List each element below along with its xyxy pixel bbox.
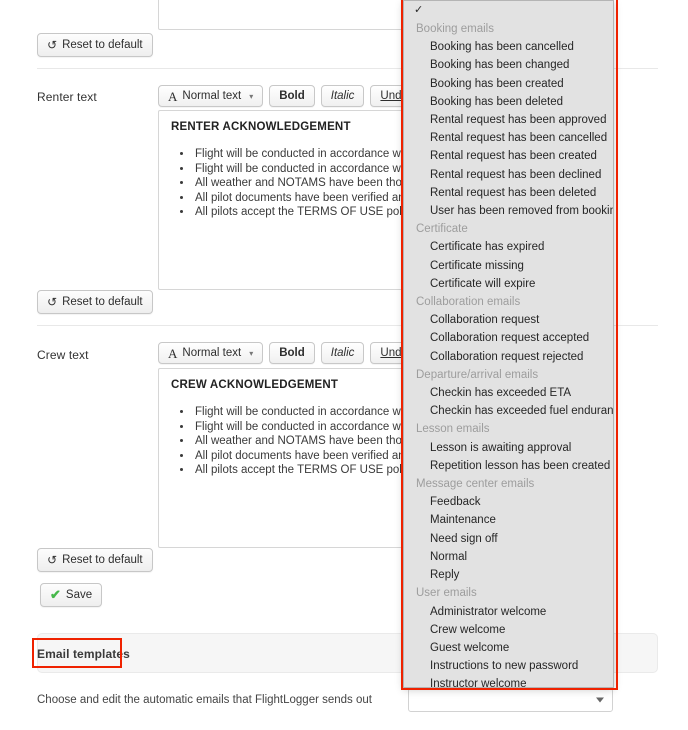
row-label-crew-text: Crew text <box>37 348 89 362</box>
bold-button-renter[interactable]: Bold <box>269 85 315 107</box>
dropdown-group-label: Message center emails <box>416 478 535 491</box>
dropdown-option[interactable]: Collaboration request <box>404 311 613 329</box>
reset-to-default-button-2[interactable]: ↻ Reset to default <box>37 290 153 314</box>
dropdown-option[interactable]: Booking has been created <box>404 75 613 93</box>
undo-arrow-icon: ↻ <box>47 38 58 52</box>
save-button[interactable]: ✔ Save <box>40 583 103 607</box>
dropdown-option[interactable]: Rental request has been declined <box>404 166 613 184</box>
dropdown-option[interactable]: Normal <box>404 548 613 566</box>
dropdown-group-label: Booking emails <box>416 23 494 35</box>
dropdown-option[interactable]: Booking has been deleted <box>404 93 613 111</box>
email-template-select[interactable] <box>408 688 613 712</box>
reset-to-default-button-3[interactable]: ↻ Reset to default <box>37 548 153 572</box>
row-label-renter-text: Renter text <box>37 90 97 104</box>
dropdown-option[interactable]: Instructor welcome <box>404 675 613 687</box>
text-style-dropdown-renter[interactable]: A Normal text ▾ <box>158 85 264 107</box>
dropdown-option[interactable]: Collaboration request rejected <box>404 348 613 366</box>
text-style-label: Normal text <box>182 90 242 102</box>
text-style-icon: A <box>168 345 178 361</box>
undo-arrow-icon: ↻ <box>47 553 58 567</box>
text-style-dropdown-crew[interactable]: A Normal text ▾ <box>158 342 264 364</box>
dropdown-group-label: Certificate <box>416 223 468 236</box>
email-templates-description: Choose and edit the automatic emails tha… <box>37 694 372 706</box>
reset-button-label: Reset to default <box>62 39 143 51</box>
text-style-label: Normal text <box>182 347 242 359</box>
dropdown-option[interactable]: Lesson is awaiting approval <box>404 439 613 457</box>
dropdown-group-label: Departure/arrival emails <box>416 368 539 381</box>
caret-down-icon: ▾ <box>249 348 254 358</box>
dropdown-option[interactable]: Certificate will expire <box>404 275 613 293</box>
save-button-label: Save <box>65 589 93 601</box>
dropdown-option[interactable]: User has been removed from booking <box>404 202 613 220</box>
dropdown-option[interactable]: Crew welcome <box>404 621 613 639</box>
dropdown-option[interactable]: Need sign off <box>404 530 613 548</box>
green-check-icon: ✔ <box>50 587 61 602</box>
rich-text-toolbar-renter: A Normal text ▾ Bold Italic Underline <box>158 85 440 107</box>
text-style-icon: A <box>168 88 178 104</box>
checkmark-icon: ✓ <box>414 4 424 16</box>
dropdown-option[interactable]: Rental request has been deleted <box>404 184 613 202</box>
chevron-down-icon <box>596 697 604 703</box>
dropdown-option[interactable]: Rental request has been approved <box>404 111 613 129</box>
dropdown-option[interactable]: Repetition lesson has been created <box>404 457 613 475</box>
dropdown-option[interactable]: Rental request has been created <box>404 147 613 165</box>
dropdown-option[interactable]: Booking has been cancelled <box>404 38 613 56</box>
dropdown-option[interactable]: Collaboration request accepted <box>404 329 613 347</box>
italic-button-crew[interactable]: Italic <box>320 342 365 364</box>
email-template-dropdown-list[interactable]: ✓ Booking emails Booking has been cancel… <box>403 0 614 688</box>
italic-button-renter[interactable]: Italic <box>320 85 365 107</box>
dropdown-option[interactable]: Checkin has exceeded fuel endurance <box>404 402 613 420</box>
dropdown-option[interactable]: Guest welcome <box>404 639 613 657</box>
dropdown-option[interactable]: Reply <box>404 566 613 584</box>
bold-button-crew[interactable]: Bold <box>269 342 315 364</box>
dropdown-option[interactable]: Administrator welcome <box>404 603 613 621</box>
reset-button-label: Reset to default <box>62 296 143 308</box>
dropdown-group-label: Collaboration emails <box>416 296 521 309</box>
dropdown-option[interactable]: Maintenance <box>404 511 613 529</box>
email-templates-title: Email templates <box>37 647 130 661</box>
dropdown-option[interactable]: Checkin has exceeded ETA <box>404 384 613 402</box>
dropdown-group-label: Lesson emails <box>416 423 490 436</box>
reset-to-default-button-1[interactable]: ↻ Reset to default <box>37 33 153 57</box>
dropdown-option[interactable]: Feedback <box>404 493 613 511</box>
page-root: ↻ Reset to default Renter text A Normal … <box>0 0 688 730</box>
undo-arrow-icon: ↻ <box>47 295 58 309</box>
dropdown-option[interactable]: Certificate has expired <box>404 238 613 256</box>
dropdown-option[interactable]: Certificate missing <box>404 257 613 275</box>
dropdown-option[interactable]: Rental request has been cancelled <box>404 129 613 147</box>
caret-down-icon: ▾ <box>249 91 254 101</box>
dropdown-option[interactable]: Instructions to new password <box>404 657 613 675</box>
reset-button-label: Reset to default <box>62 554 143 566</box>
dropdown-group-label: User emails <box>416 587 477 600</box>
rich-text-toolbar-crew: A Normal text ▾ Bold Italic Underline <box>158 342 440 364</box>
dropdown-option[interactable]: Booking has been changed <box>404 56 613 74</box>
